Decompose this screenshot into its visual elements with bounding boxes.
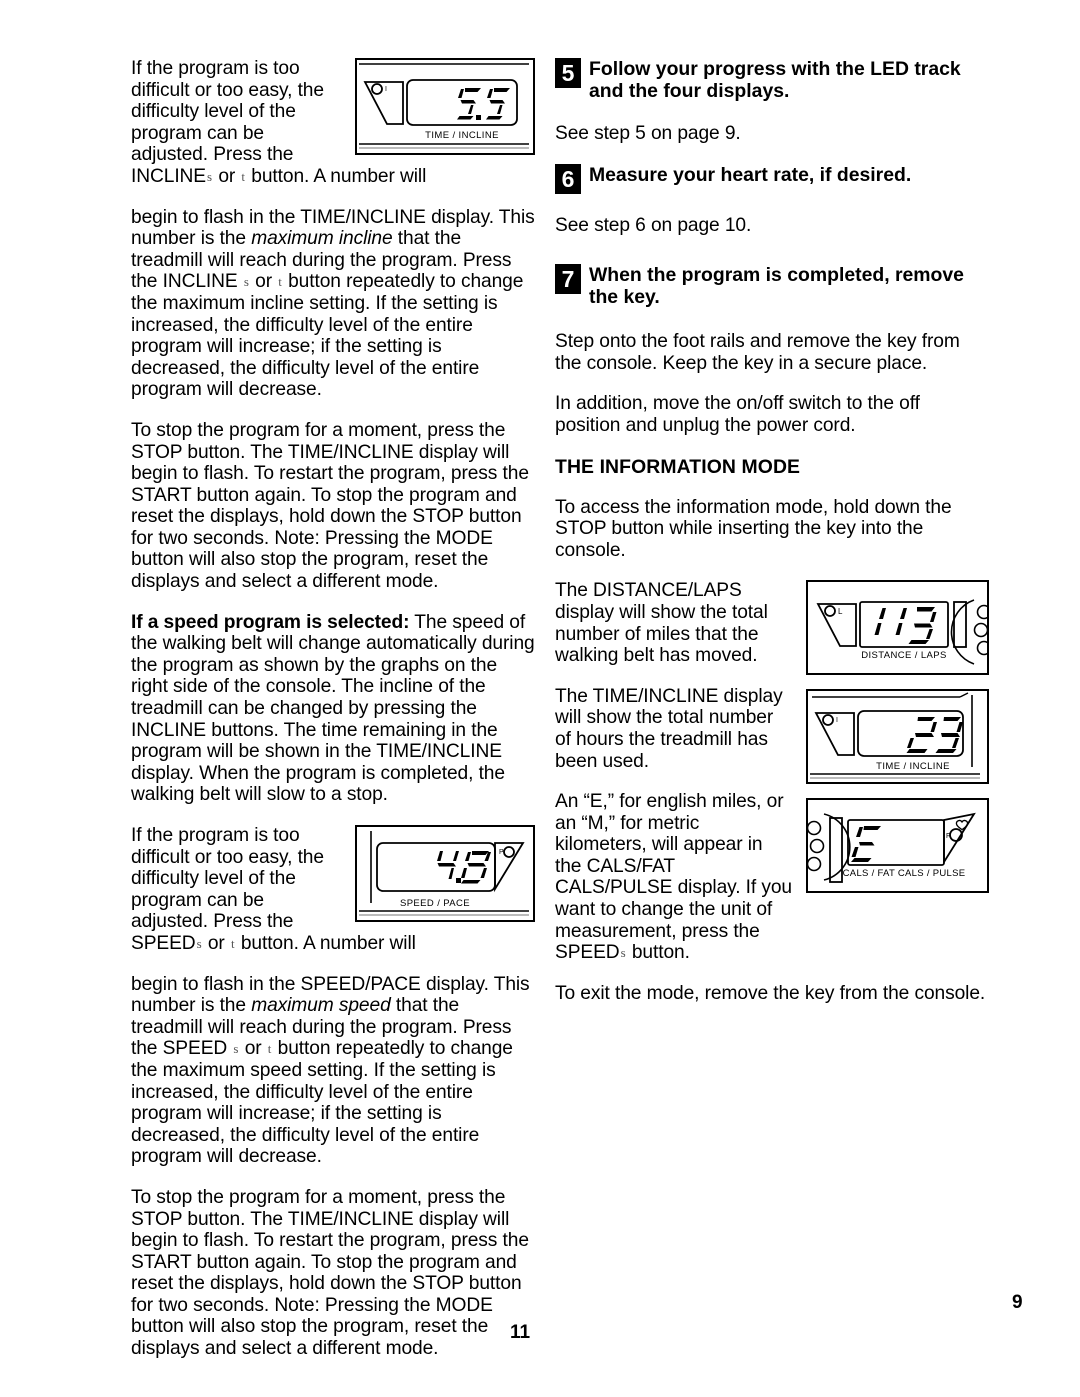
paragraph-speed-continued: begin to flash in the SPEED/PACE display… <box>131 974 535 1168</box>
arrow-up-glyph: s <box>233 1041 239 1057</box>
arrow-down-glyph: t <box>230 935 235 951</box>
step-5-number: 5 <box>555 58 581 88</box>
page-number-center: 11 <box>510 1322 531 1343</box>
text-cals-2: button. <box>631 942 690 964</box>
text-cals-1: An “E,” for english miles, or an “M,” fo… <box>555 791 792 942</box>
console-display-cals-fat: F CALS / FAT CALS / PULSE <box>806 798 989 894</box>
manual-page: I TIME / INCLINE If the program is too d… <box>0 0 1080 1397</box>
console-svg-time-incline-info: I TIME / INCLINE <box>810 692 980 780</box>
figure-distance-laps-113: L DISTANCE / LAPS <box>806 580 989 676</box>
step-5-heading: 5 Follow your progress with the LED trac… <box>555 58 989 102</box>
text-speed-label: SPEED <box>555 942 620 964</box>
arrow-down-glyph: t <box>278 274 282 290</box>
paragraph-time-incline-info: The TIME/INCLINE display will show the t… <box>555 685 783 772</box>
step-5-body: See step 5 on page 9. <box>555 123 741 144</box>
paragraph-speed-program-selected: If a speed program is selected: The spee… <box>131 612 535 806</box>
console-svg-time-incline: I TIME / INCLINE <box>359 63 529 149</box>
svg-text:L: L <box>838 607 843 616</box>
figure-cals-fat-e: F CALS / FAT CALS / PULSE <box>806 798 989 894</box>
page-number-corner: 9 <box>1012 1292 1023 1313</box>
arrow-up-glyph: s <box>207 168 213 184</box>
display-label-distance-laps: DISTANCE / LAPS <box>861 650 947 661</box>
paragraph-distance-laps: The DISTANCE/LAPS display will show the … <box>555 580 768 667</box>
section-heading-information-mode: THE INFORMATION MODE <box>555 455 801 478</box>
figure-speed-pace-4-8: P SPEED / PACE <box>355 825 535 922</box>
arrow-up-glyph: s <box>243 274 249 290</box>
display-label-cals-fat: CALS / FAT CALS / PULSE <box>843 868 966 879</box>
text-or-4: or <box>244 1038 262 1060</box>
step-7-body-1: Step onto the foot rails and remove the … <box>555 331 960 374</box>
console-svg-distance-laps: L DISTANCE / LAPS <box>816 599 987 666</box>
text-maximum-speed-italic: maximum speed <box>251 995 391 1017</box>
arrow-down-glyph: t <box>241 168 246 184</box>
step-6-body: See step 6 on page 10. <box>555 214 752 236</box>
paragraph-incline-continued: begin to flash in the TIME/INCLINE displ… <box>131 207 535 401</box>
console-svg-cals-fat: F CALS / FAT CALS / PULSE <box>808 813 976 884</box>
step-7-heading: 7 When the program is completed, remove … <box>555 264 989 308</box>
paragraph-stop-program-1: To stop the program for a moment, press … <box>131 419 529 593</box>
console-display-time-incline: I TIME / INCLINE <box>355 58 535 155</box>
paragraph-exit-mode: To exit the mode, remove the key from th… <box>555 982 986 1004</box>
text-maximum-incline-italic: maximum incline <box>251 228 393 250</box>
display-label-time-incline: TIME / INCLINE <box>425 130 499 141</box>
text-or-1: or <box>218 165 236 187</box>
console-display-distance-laps: L DISTANCE / LAPS <box>806 580 989 676</box>
figure-time-incline-5-5: I TIME / INCLINE <box>355 58 535 155</box>
step-7-number: 7 <box>555 264 581 295</box>
svg-text:I: I <box>385 86 387 93</box>
step-6-number: 6 <box>555 163 581 194</box>
svg-text:F: F <box>946 833 950 840</box>
text-speed-intro-end: button. A number will <box>240 932 416 954</box>
svg-text:P: P <box>499 849 504 856</box>
display-label-time-incline-info: TIME / INCLINE <box>876 761 950 772</box>
step-5-title: Follow your progress with the LED track … <box>589 58 961 102</box>
step-6-heading: 6 Measure your heart rate, if desired. <box>555 163 989 194</box>
svg-text:I: I <box>836 717 838 724</box>
console-svg-speed-pace: P SPEED / PACE <box>359 831 529 916</box>
text-speed-program-bold: If a speed program is selected: <box>131 611 410 633</box>
paragraph-cals-fat-units: An “E,” for english miles, or an “M,” fo… <box>555 791 793 964</box>
arrow-up-glyph: s <box>620 945 626 961</box>
text-speed-program-rest: The speed of the walking belt will chang… <box>131 611 535 806</box>
text-or-3: or <box>207 932 225 954</box>
arrow-down-glyph: t <box>267 1041 272 1057</box>
right-column: 5 Follow your progress with the LED trac… <box>555 58 989 1023</box>
step-6-title: Measure your heart rate, if desired. <box>589 163 912 186</box>
step-7-body-2: In addition, move the on/off switch to t… <box>555 393 920 436</box>
display-label-speed-pace: SPEED / PACE <box>400 898 470 909</box>
paragraph-stop-program-2: To stop the program for a moment, press … <box>131 1186 529 1360</box>
left-column: I TIME / INCLINE If the program is too d… <box>131 58 535 1379</box>
console-display-speed-pace: P SPEED / PACE <box>355 825 535 922</box>
figure-time-incline-23: I TIME / INCLINE <box>806 689 989 785</box>
text-or-2: or <box>255 271 273 293</box>
paragraph-access-information-mode: To access the information mode, hold dow… <box>555 496 952 561</box>
step-7-title: When the program is completed, remove th… <box>589 264 964 308</box>
console-display-time-incline-info: I TIME / INCLINE <box>806 689 989 785</box>
arrow-up-glyph: s <box>196 935 202 951</box>
text-incline-intro-end: button. A number will <box>251 165 427 187</box>
